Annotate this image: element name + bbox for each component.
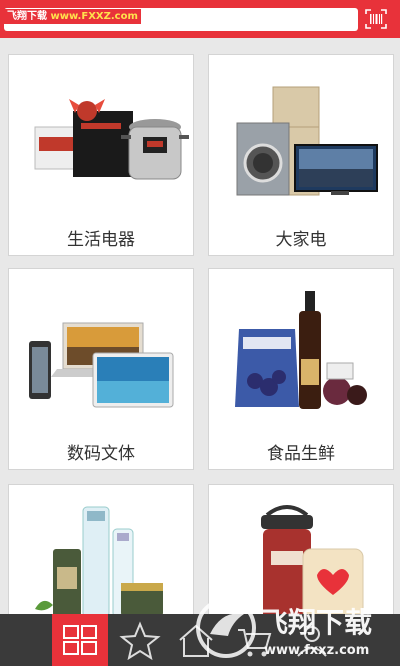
large-appliances-image bbox=[236, 86, 378, 196]
watermark-logo: 飞翔下载 www.fxxz.com bbox=[188, 588, 400, 666]
star-icon bbox=[119, 621, 161, 661]
barcode-scan-icon bbox=[365, 9, 387, 29]
watermark-bird-icon: 飞翔下载 www.fxxz.com bbox=[196, 598, 372, 658]
watermark-badge: 飞翔下载 www.FXXZ.com bbox=[4, 9, 141, 24]
category-card-appliances[interactable]: 生活电器 bbox=[8, 54, 194, 256]
top-header: 飞翔下载 www.FXXZ.com bbox=[0, 0, 400, 38]
category-label: 生活电器 bbox=[67, 230, 135, 250]
nav-favorites[interactable] bbox=[112, 614, 168, 666]
category-label: 数码文体 bbox=[67, 444, 135, 464]
appliances-image bbox=[34, 99, 189, 180]
nav-categories[interactable] bbox=[52, 614, 108, 666]
category-label: 大家电 bbox=[275, 230, 327, 250]
watermark-logo-title: 飞翔下载 bbox=[260, 606, 372, 639]
category-label: 食品生鲜 bbox=[267, 444, 335, 464]
fresh-food-image bbox=[235, 291, 367, 409]
watermark-logo-url: www.fxxz.com bbox=[264, 643, 369, 658]
grid-icon bbox=[63, 625, 97, 655]
watermark-site: 飞翔下载 bbox=[7, 11, 47, 22]
category-card-fresh-food[interactable]: 食品生鲜 bbox=[208, 268, 394, 470]
cosmetics-image bbox=[35, 506, 163, 618]
digital-devices-image bbox=[29, 322, 174, 408]
watermark-url: www.FXXZ.com bbox=[50, 11, 138, 22]
category-card-cosmetics[interactable] bbox=[8, 484, 194, 624]
category-card-large-appliances[interactable]: 大家电 bbox=[208, 54, 394, 256]
barcode-scan-button[interactable] bbox=[364, 8, 388, 30]
category-card-digital[interactable]: 数码文体 bbox=[8, 268, 194, 470]
